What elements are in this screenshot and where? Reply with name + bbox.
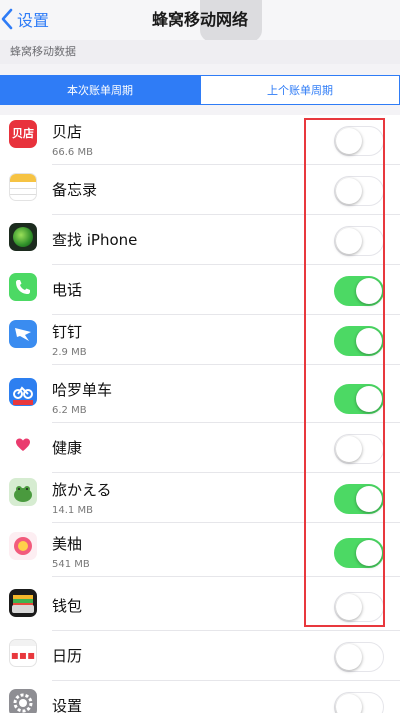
cellular-toggle[interactable] <box>334 226 384 256</box>
list-item: 哈罗单车 6.2 MB <box>0 373 400 423</box>
app-usage: 14.1 MB <box>52 505 93 516</box>
list-item: 美柚 541 MB <box>0 527 400 577</box>
app-name: 哈罗单车 <box>52 381 113 399</box>
app-data-list: 贝店 贝店 66.6 MB 备忘录 查找 iPhone 电话 钉钉 2.9 MB… <box>0 115 400 713</box>
cellular-toggle[interactable] <box>334 692 384 713</box>
cellular-toggle[interactable] <box>334 126 384 156</box>
hellobike-app-icon <box>9 378 37 406</box>
app-name: 贝店 <box>52 123 83 141</box>
page-title: 蜂窝移动网络 <box>151 10 248 29</box>
app-usage: 2.9 MB <box>52 347 87 358</box>
app-usage: 6.2 MB <box>52 405 87 416</box>
app-name: 钉钉 <box>52 323 83 341</box>
list-item: 钱包 <box>0 581 400 631</box>
app-name: 旅かえる <box>52 481 112 499</box>
cellular-toggle[interactable] <box>334 276 384 306</box>
app-name: 设置 <box>52 697 83 713</box>
tabikaeru-app-icon <box>9 478 37 506</box>
app-name: 备忘录 <box>52 181 98 199</box>
navigation-bar: 设置 蜂窝移动网络 <box>0 0 400 42</box>
app-name: 日历 <box>52 647 83 665</box>
list-item: 电话 <box>0 265 400 315</box>
cellular-toggle[interactable] <box>334 592 384 622</box>
app-name: 健康 <box>52 439 83 457</box>
section-header: 蜂窝移动数据 <box>0 40 400 64</box>
calendar-app-icon: ▪▪▪ <box>9 639 37 667</box>
tab-current-period[interactable]: 本次账单周期 <box>0 75 200 105</box>
find-iphone-app-icon <box>9 223 37 251</box>
list-item: 旅かえる 14.1 MB <box>0 473 400 523</box>
billing-period-segmented-control: 本次账单周期 上个账单周期 <box>0 75 400 105</box>
list-item: 健康 <box>0 423 400 473</box>
cellular-toggle[interactable] <box>334 434 384 464</box>
phone-app-icon <box>9 273 37 301</box>
app-usage: 66.6 MB <box>52 147 93 158</box>
app-name: 电话 <box>52 281 83 299</box>
list-item: 备忘录 <box>0 165 400 215</box>
beidian-app-icon: 贝店 <box>9 120 37 148</box>
list-item: 钉钉 2.9 MB <box>0 315 400 365</box>
tab-previous-period[interactable]: 上个账单周期 <box>200 75 400 105</box>
list-item: 设置 <box>0 681 400 713</box>
cellular-toggle[interactable] <box>334 538 384 568</box>
app-name: 美柚 <box>52 535 83 553</box>
health-app-icon <box>9 431 37 459</box>
cellular-toggle[interactable] <box>334 326 384 356</box>
settings-app-icon <box>9 689 37 713</box>
list-item: 贝店 贝店 66.6 MB <box>0 115 400 165</box>
dingtalk-app-icon <box>9 320 37 348</box>
app-name: 查找 iPhone <box>52 231 138 249</box>
cellular-toggle[interactable] <box>334 484 384 514</box>
meiyou-app-icon <box>9 532 37 560</box>
list-item: ▪▪▪ 日历 <box>0 631 400 681</box>
cellular-toggle[interactable] <box>334 384 384 414</box>
notes-app-icon <box>9 173 37 201</box>
app-usage: 541 MB <box>52 559 90 570</box>
list-item: 查找 iPhone <box>0 215 400 265</box>
app-name: 钱包 <box>52 597 83 615</box>
cellular-toggle[interactable] <box>334 176 384 206</box>
cellular-toggle[interactable] <box>334 642 384 672</box>
wallet-app-icon <box>9 589 37 617</box>
